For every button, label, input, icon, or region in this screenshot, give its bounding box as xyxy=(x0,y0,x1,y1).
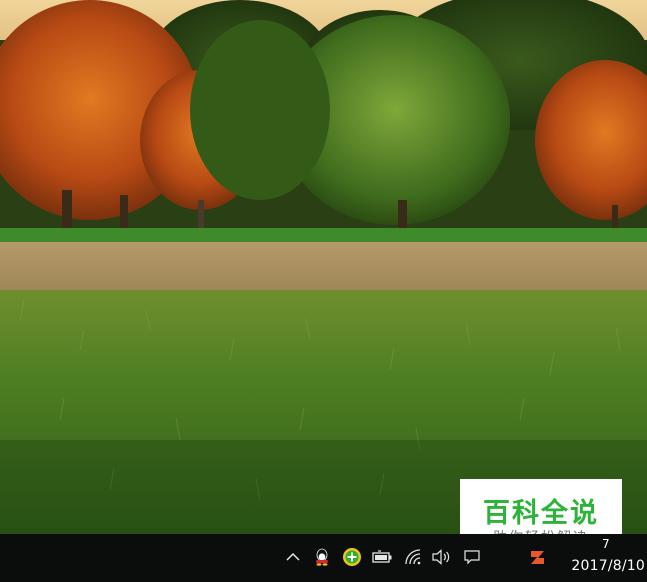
wifi-icon[interactable] xyxy=(403,546,423,568)
desktop-wallpaper xyxy=(0,0,647,534)
taskbar: 2017/8/10 xyxy=(0,534,647,582)
clock-date: 2017/8/10 xyxy=(571,558,645,574)
battery-icon[interactable] xyxy=(372,546,392,568)
qq-icon[interactable] xyxy=(312,546,332,568)
clock-time: 7 xyxy=(602,537,610,551)
speaker-icon[interactable] xyxy=(431,546,451,568)
watermark-title: 百科全说 xyxy=(483,498,599,529)
ime-icon[interactable] xyxy=(528,546,548,568)
notification-icon[interactable] xyxy=(462,546,482,568)
taskbar-clock[interactable]: 2017/8/10 xyxy=(571,558,645,578)
add-plus-icon[interactable] xyxy=(342,546,362,568)
chevron-up-icon[interactable] xyxy=(283,546,303,568)
